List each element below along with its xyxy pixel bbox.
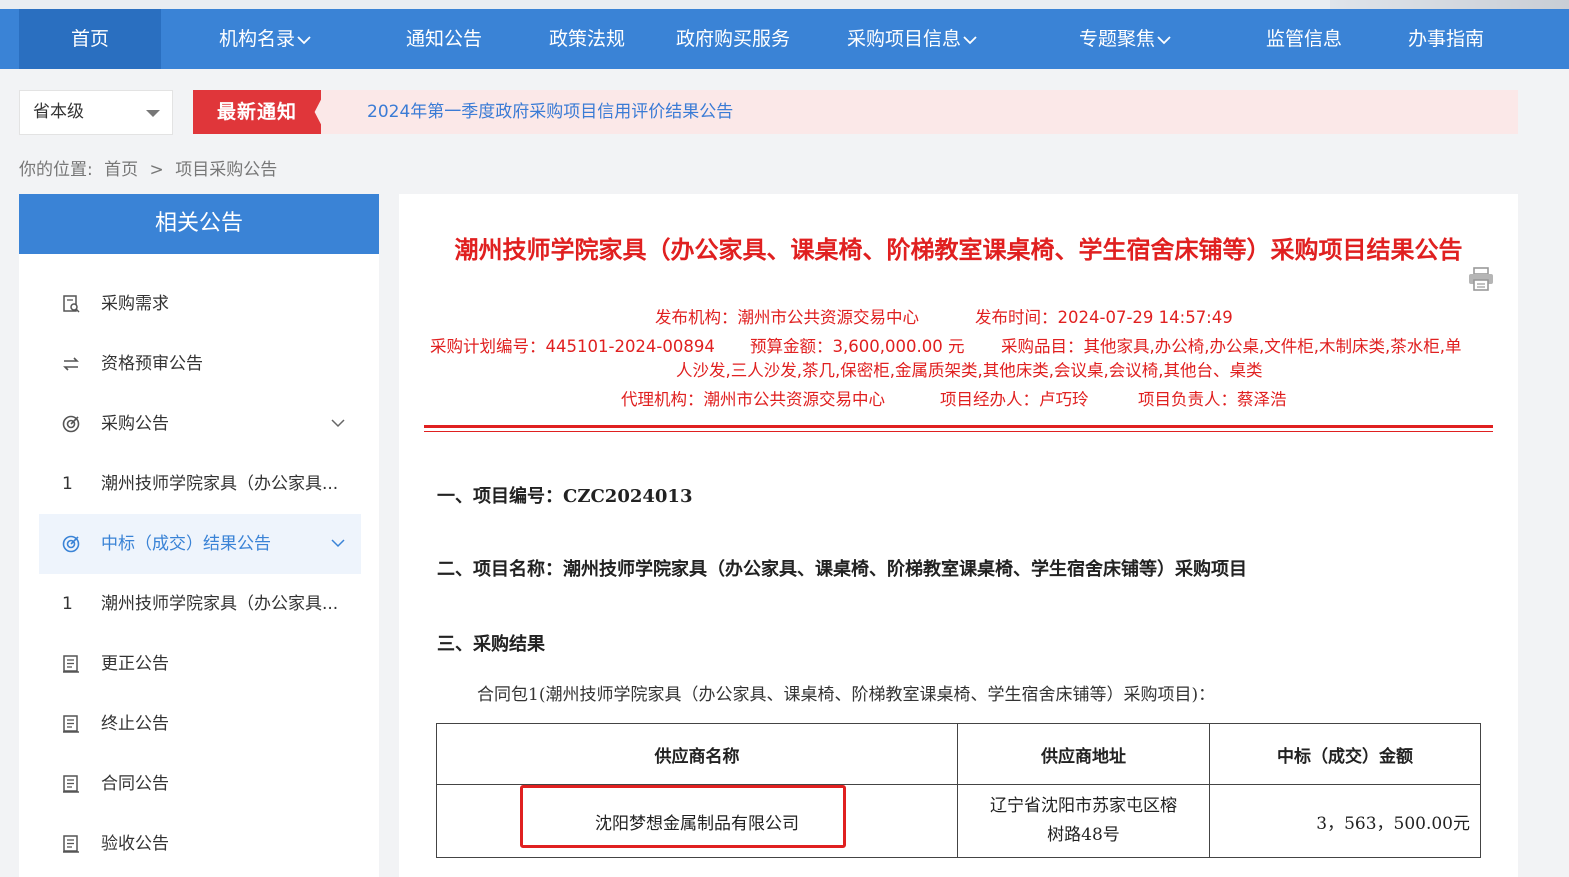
- supplier-address-line: 辽宁省沈阳市苏家屯区榕: [990, 796, 1177, 816]
- level-select-value: 省本级: [33, 102, 84, 122]
- level-select[interactable]: 省本级: [19, 90, 173, 135]
- sidebar-item-label: 潮州技师学院家具（办公家具...: [101, 594, 339, 614]
- nav-label: 专题聚焦: [1078, 28, 1155, 50]
- nav-policies[interactable]: 政策法规: [533, 9, 641, 69]
- supplier-address: 辽宁省沈阳市苏家屯区榕 树路48号: [957, 784, 1210, 858]
- breadcrumb-separator: >: [149, 160, 164, 180]
- nav-label: 监管信息: [1265, 28, 1342, 50]
- caret-down-icon: [146, 110, 160, 117]
- chevron-down-icon: [331, 539, 345, 548]
- breadcrumb-home[interactable]: 首页: [104, 160, 138, 180]
- meta-plan-no: 采购计划编号：445101-2024-00894: [430, 337, 715, 356]
- sidebar-subitem-procurement[interactable]: 1 潮州技师学院家具（办公家具...: [39, 454, 361, 514]
- nav-directory[interactable]: 机构名录: [200, 9, 330, 69]
- nav-label: 通知公告: [405, 28, 482, 50]
- sidebar-subitem-result[interactable]: 1 潮州技师学院家具（办公家具...: [39, 574, 361, 634]
- meta-agency: 代理机构：潮州市公共资源交易中心: [621, 390, 885, 409]
- sidebar-item-result[interactable]: 中标（成交）结果公告: [39, 514, 361, 574]
- sidebar-item-label: 中标（成交）结果公告: [101, 534, 271, 554]
- award-amount: 3，563，500.00元: [1209, 784, 1481, 858]
- notice-badge: 最新通知: [193, 90, 321, 134]
- divider: [424, 425, 1493, 428]
- breadcrumb-prefix: 你的位置:: [19, 160, 93, 180]
- nav-label: 采购项目信息: [846, 28, 961, 50]
- chevron-down-icon: [297, 35, 311, 44]
- col-supplier-address: 供应商地址: [957, 723, 1210, 785]
- sidebar-item-label: 终止公告: [101, 714, 169, 734]
- doc-list-icon: [63, 655, 79, 673]
- chevron-down-icon: [963, 35, 977, 44]
- swap-icon: [63, 357, 79, 371]
- chevron-down-icon: [331, 419, 345, 428]
- sidebar-item-label: 验收公告: [101, 834, 169, 854]
- sidebar-item-correction[interactable]: 更正公告: [39, 634, 361, 694]
- doc-list-icon: [63, 835, 79, 853]
- nav-guide[interactable]: 办事指南: [1392, 9, 1500, 69]
- result-table: 供应商名称 供应商地址 中标（成交）金额 沈阳梦想金属制品有限公司 辽宁省沈阳市…: [436, 723, 1481, 858]
- nav-label: 政府购买服务: [675, 28, 790, 50]
- nav-home[interactable]: 首页: [19, 9, 161, 69]
- sidebar-item-label: 合同公告: [101, 774, 169, 794]
- sidebar-item-number: 1: [62, 594, 73, 614]
- target-icon: [62, 535, 80, 553]
- nav-procurement-info[interactable]: 采购项目信息: [832, 9, 992, 69]
- sidebar-item-procurement[interactable]: 采购公告: [39, 394, 361, 454]
- breadcrumb: 你的位置: 首页 > 项目采购公告: [19, 155, 283, 180]
- meta-publisher: 发布机构：潮州市公共资源交易中心: [655, 308, 919, 327]
- doc-search-icon: [63, 295, 80, 313]
- document-title: 潮州技师学院家具（办公家具、课桌椅、阶梯教室课桌椅、学生宿舍床铺等）采购项目结果…: [454, 236, 1463, 264]
- section-result: 三、采购结果: [437, 634, 545, 655]
- nav-label: 机构名录: [218, 28, 295, 50]
- print-icon[interactable]: [1468, 267, 1494, 291]
- table-header-row: 供应商名称 供应商地址 中标（成交）金额: [436, 723, 1481, 785]
- table-row: 沈阳梦想金属制品有限公司 辽宁省沈阳市苏家屯区榕 树路48号 3，563，500…: [436, 784, 1481, 858]
- nav-label: 政策法规: [548, 28, 625, 50]
- meta-handler: 项目经办人：卢巧玲: [940, 390, 1089, 409]
- doc-list-icon: [63, 715, 79, 733]
- sidebar-item-prequal[interactable]: 资格预审公告: [39, 334, 361, 394]
- col-supplier-name: 供应商名称: [436, 723, 958, 785]
- supplier-address-line: 树路48号: [1047, 825, 1120, 845]
- chevron-down-icon: [1157, 35, 1171, 44]
- sidebar-item-label: 更正公告: [101, 654, 169, 674]
- nav-label: 首页: [70, 28, 109, 50]
- header-decoration: [1330, 0, 1569, 9]
- section-project-name: 二、项目名称：潮州技师学院家具（办公家具、课桌椅、阶梯教室课桌椅、学生宿舍床铺等…: [437, 559, 1247, 580]
- nav-label: 办事指南: [1407, 28, 1484, 50]
- sidebar-item-requirements[interactable]: 采购需求: [39, 274, 361, 334]
- meta-manager: 项目负责人：蔡泽浩: [1138, 390, 1287, 409]
- sidebar-title: 相关公告: [19, 194, 379, 254]
- contract-package: 合同包1(潮州技师学院家具（办公家具、课桌椅、阶梯教室课桌椅、学生宿舍床铺等）采…: [477, 685, 1216, 705]
- meta-items-line2: 人沙发,三人沙发,茶几,保密柜,金属质架类,其他床类,会议桌,会议椅,其他台、桌…: [676, 361, 1263, 380]
- doc-list-icon: [63, 775, 79, 793]
- col-amount: 中标（成交）金额: [1209, 723, 1481, 785]
- meta-items-line1: 采购品目：其他家具,办公椅,办公桌,文件柜,木制床类,茶水柜,单: [1001, 337, 1462, 356]
- nav-notices[interactable]: 通知公告: [390, 9, 498, 69]
- supplier-name: 沈阳梦想金属制品有限公司: [436, 784, 958, 858]
- sidebar-item-acceptance[interactable]: 验收公告: [39, 814, 361, 874]
- sidebar-item-contract[interactable]: 合同公告: [39, 754, 361, 814]
- divider: [424, 431, 1493, 432]
- notice-link[interactable]: 2024年第一季度政府采购项目信用评价结果公告: [367, 90, 733, 134]
- nav-gov-services[interactable]: 政府购买服务: [663, 9, 803, 69]
- target-icon: [62, 415, 80, 433]
- notice-bar: 最新通知 2024年第一季度政府采购项目信用评价结果公告: [193, 90, 1518, 134]
- document-panel: 潮州技师学院家具（办公家具、课桌椅、阶梯教室课桌椅、学生宿舍床铺等）采购项目结果…: [399, 194, 1518, 877]
- sidebar: 相关公告 采购需求 资格预审公告 采购公告 1 潮州技师学院家具（办公家具...…: [19, 194, 379, 877]
- nav-topics[interactable]: 专题聚焦: [1062, 9, 1188, 69]
- sidebar-item-label: 采购公告: [101, 414, 169, 434]
- sidebar-item-number: 1: [62, 474, 73, 494]
- meta-publish-time: 发布时间：2024-07-29 14:57:49: [975, 308, 1233, 327]
- main-nav: 首页 机构名录 通知公告 政策法规 政府购买服务 采购项目信息 专题聚焦 监管信…: [0, 9, 1569, 69]
- nav-supervision[interactable]: 监管信息: [1250, 9, 1358, 69]
- meta-budget: 预算金额：3,600,000.00 元: [750, 337, 965, 356]
- breadcrumb-current[interactable]: 项目采购公告: [175, 160, 277, 180]
- sidebar-item-label: 资格预审公告: [101, 354, 203, 374]
- section-project-no: 一、项目编号：CZC2024013: [437, 486, 693, 507]
- sidebar-item-termination[interactable]: 终止公告: [39, 694, 361, 754]
- sidebar-item-label: 采购需求: [101, 294, 169, 314]
- sidebar-item-label: 潮州技师学院家具（办公家具...: [101, 474, 339, 494]
